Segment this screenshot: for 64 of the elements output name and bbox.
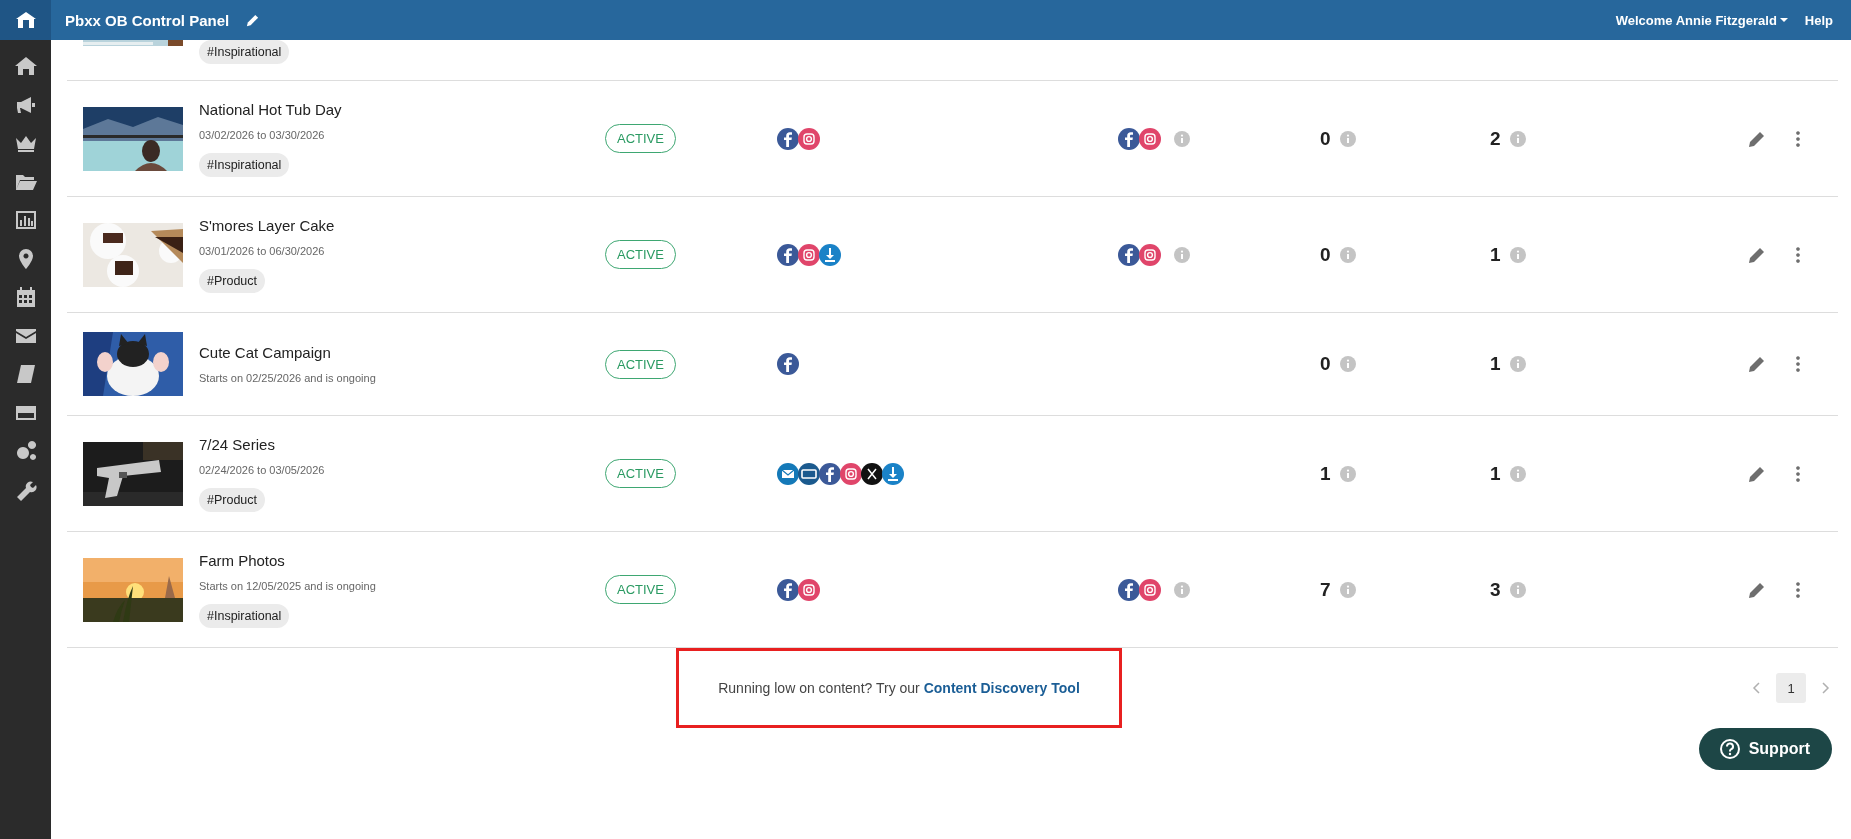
count-value: 0 <box>1320 127 1331 150</box>
logo-icon[interactable] <box>0 0 51 40</box>
facebook-icon <box>777 353 799 375</box>
download-icon <box>819 243 841 266</box>
campaign-title[interactable]: National Hot Tub Day <box>199 100 342 120</box>
count-value: 0 <box>1320 243 1331 266</box>
tag-label: #Inspirational <box>199 604 290 628</box>
instagram-icon <box>1139 243 1161 266</box>
tag-label: #Product <box>199 269 266 293</box>
facebook-icon <box>819 462 841 485</box>
instagram-icon <box>798 127 820 150</box>
tag-label: #Inspirational <box>199 40 290 64</box>
x-logo-icon <box>861 462 883 485</box>
count-value: 7 <box>1320 578 1331 601</box>
count-value: 2 <box>1490 127 1501 150</box>
download-icon <box>882 462 904 485</box>
facebook-icon <box>1118 243 1140 266</box>
content-discovery-link[interactable]: Content Discovery Tool <box>923 680 1080 696</box>
campaign-dates: 03/02/2026 to 03/30/2026 <box>199 128 325 142</box>
home-icon[interactable] <box>13 54 38 78</box>
email-icon <box>777 462 799 485</box>
pencil-icon[interactable] <box>245 12 261 28</box>
facebook-icon <box>777 578 799 601</box>
footer-text: Running low on content? Try our Content Discovery Tool <box>718 680 1080 696</box>
instagram-icon <box>798 243 820 266</box>
facebook-icon <box>777 243 799 266</box>
edit-icon[interactable] <box>1747 354 1767 374</box>
count-value: 1 <box>1490 243 1501 266</box>
campaign-title[interactable]: S'mores Layer Cake <box>199 216 335 236</box>
support-button[interactable]: Support <box>1698 728 1832 770</box>
chart-icon[interactable] <box>13 208 38 232</box>
page-button[interactable]: 1 <box>1776 673 1806 703</box>
more-icon[interactable] <box>1795 245 1801 264</box>
app-title: Pbxx OB Control Panel <box>65 11 230 29</box>
campaign-title[interactable]: Cute Cat Campaign <box>199 343 331 363</box>
tag-label: #Inspirational <box>199 153 290 177</box>
instagram-icon <box>798 578 820 601</box>
instagram-icon <box>1139 127 1161 150</box>
count-value: 0 <box>1320 353 1331 375</box>
instagram-icon <box>840 462 862 485</box>
campaign-dates: Starts on 12/05/2025 and is ongoing <box>199 579 376 593</box>
campaign-title[interactable]: 7/24 Series <box>199 435 275 455</box>
more-icon[interactable] <box>1795 129 1801 148</box>
more-icon[interactable] <box>1795 355 1801 373</box>
instagram-icon <box>1139 578 1161 601</box>
campaign-dates: Starts on 02/25/2026 and is ongoing <box>199 371 376 385</box>
facebook-icon <box>777 127 799 150</box>
campaign-dates: 03/01/2026 to 06/30/2026 <box>199 244 325 258</box>
count-value: 3 <box>1490 578 1501 601</box>
tag-label: #Product <box>199 488 266 512</box>
count-value: 1 <box>1320 462 1331 485</box>
help-link[interactable]: Help <box>1804 12 1833 28</box>
count-value: 1 <box>1490 462 1501 485</box>
campaign-dates: 02/24/2026 to 03/05/2026 <box>199 463 325 477</box>
caret-icon <box>1778 16 1789 24</box>
user-menu[interactable]: Welcome Annie Fitzgerald <box>1615 12 1789 28</box>
more-icon[interactable] <box>1795 464 1801 483</box>
facebook-icon <box>1118 127 1140 150</box>
count-value: 1 <box>1490 353 1501 375</box>
facebook-icon <box>1118 578 1140 601</box>
message-icon <box>798 462 820 485</box>
more-icon[interactable] <box>1795 580 1801 599</box>
help-icon <box>1718 738 1741 760</box>
campaign-title[interactable]: Farm Photos <box>199 551 285 571</box>
